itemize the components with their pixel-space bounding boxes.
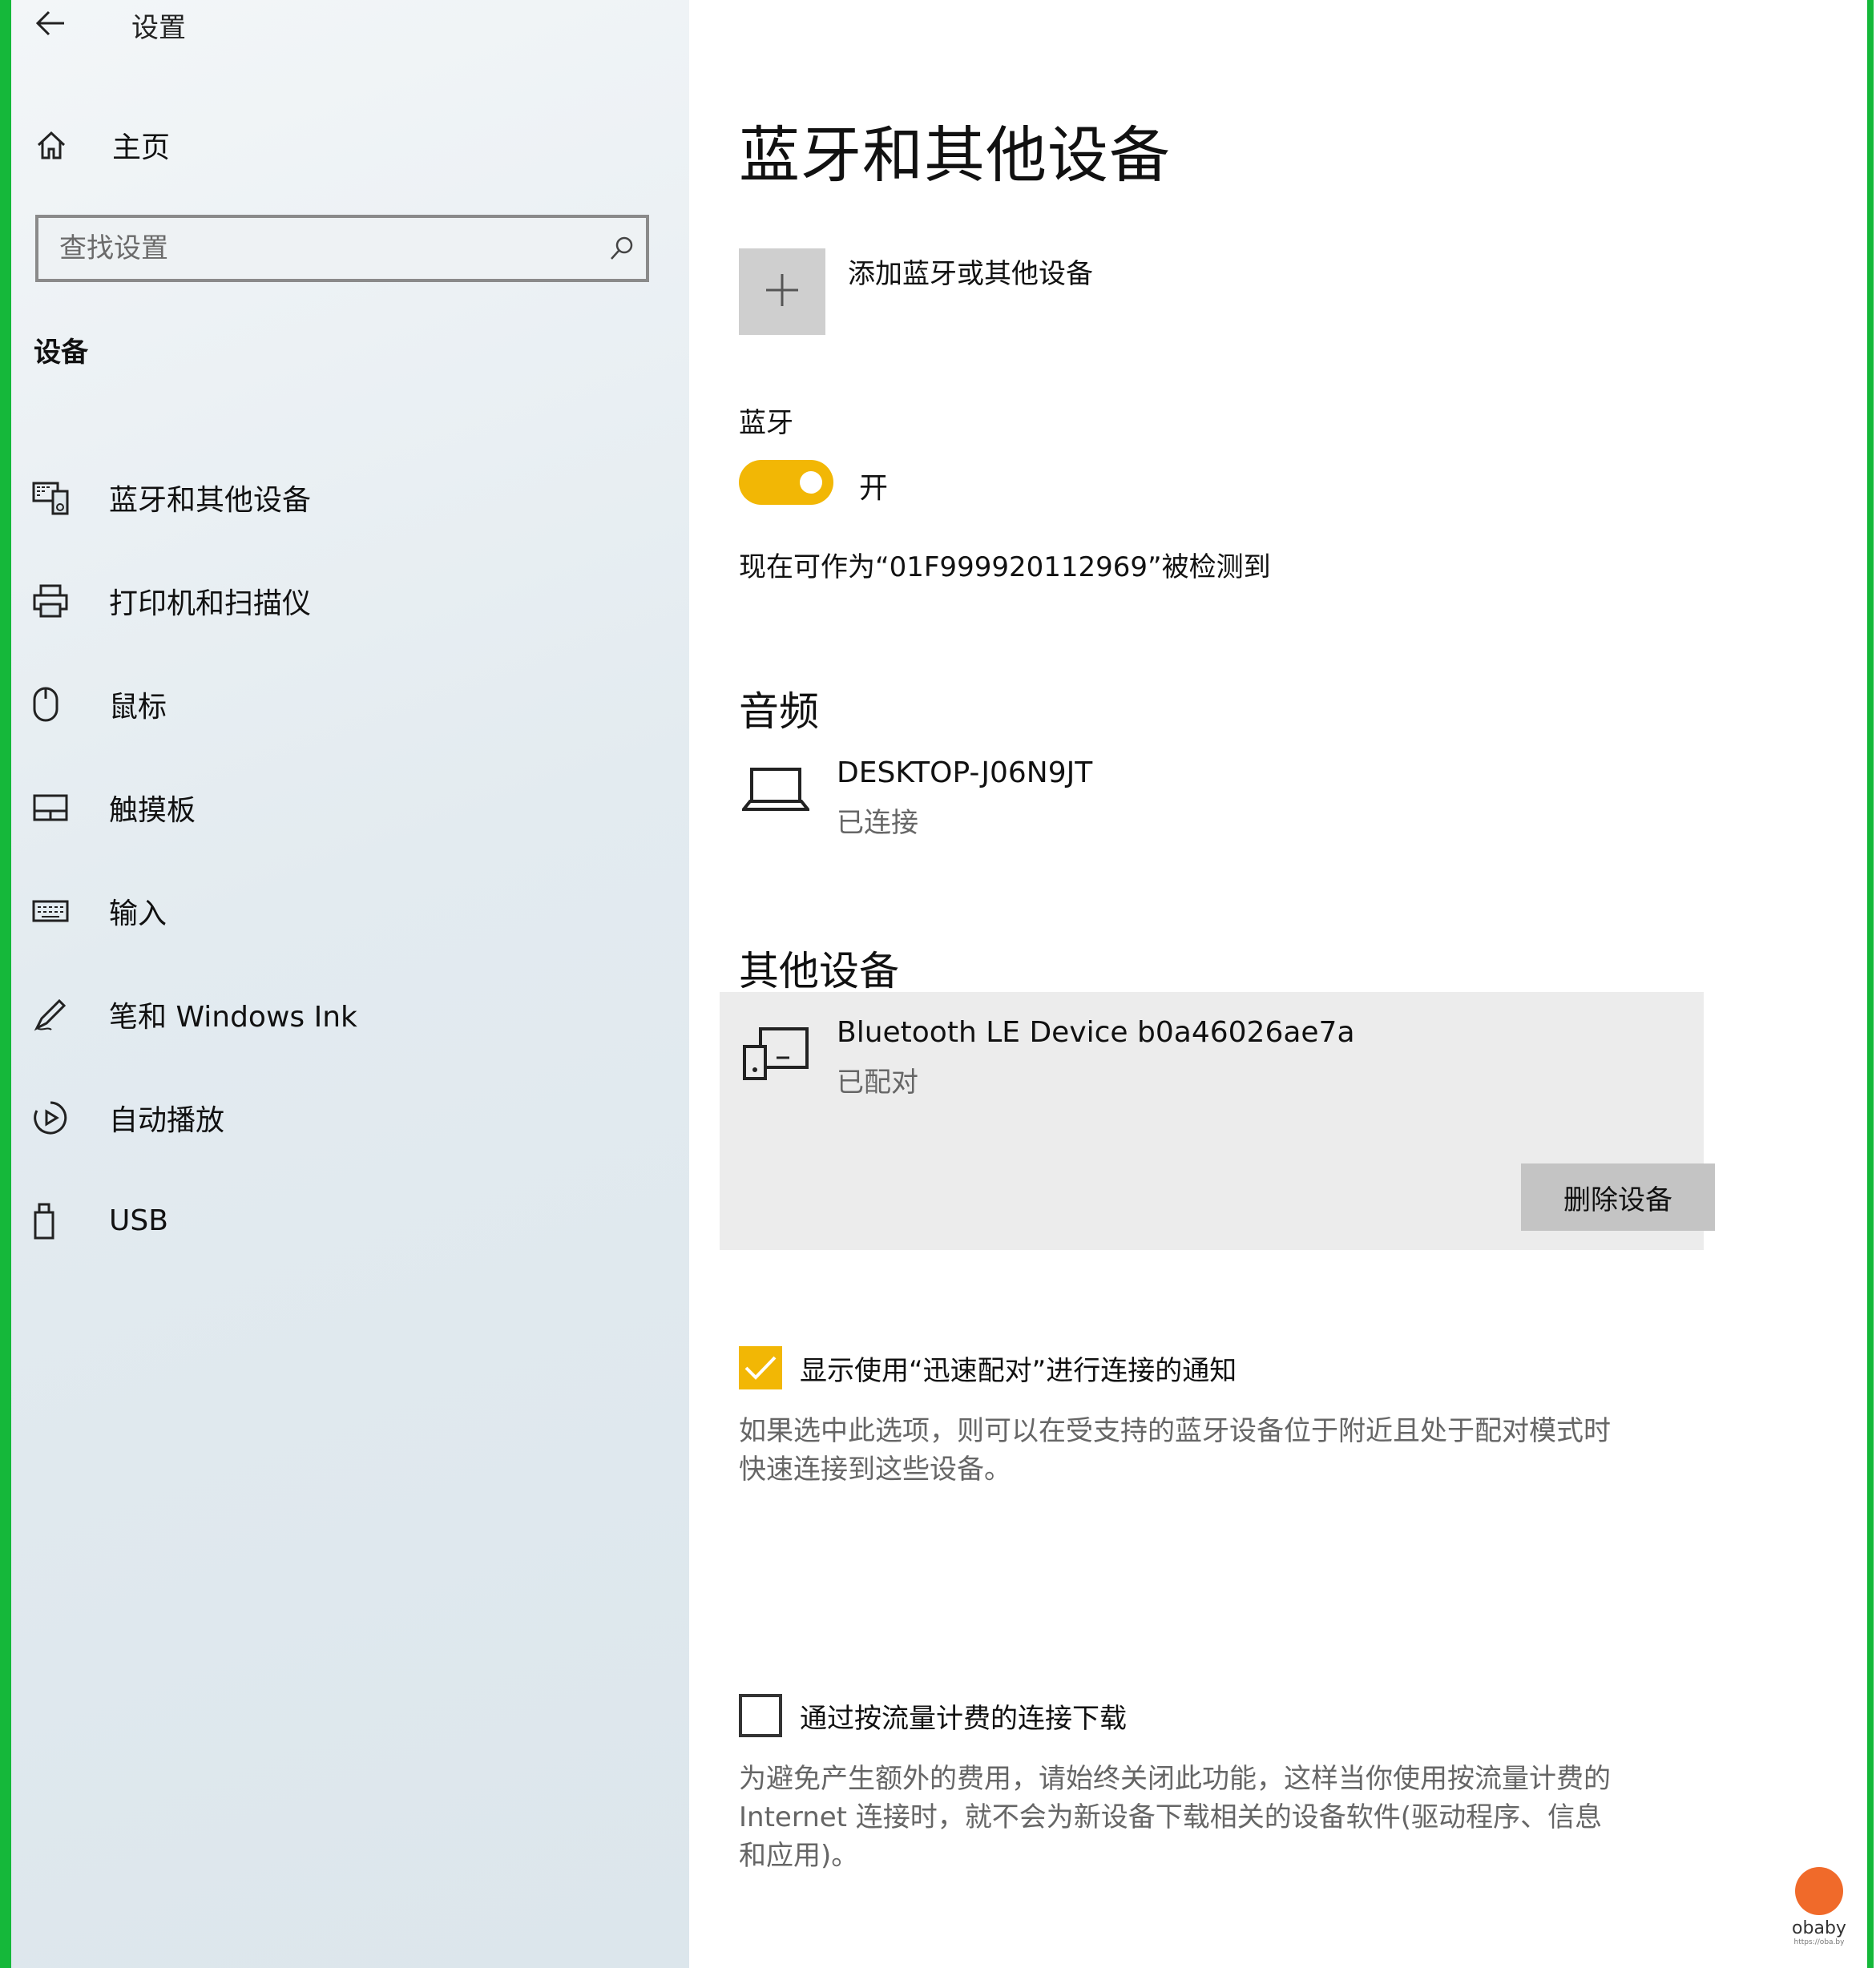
sidebar-item-label: 自动播放	[109, 1103, 225, 1137]
search-icon[interactable]	[598, 235, 646, 262]
sidebar-item-label: 触摸板	[109, 793, 196, 827]
search-input[interactable]	[38, 217, 598, 280]
metered-description-line: Internet 连接时，就不会为新设备下载相关的设备软件(驱动程序、信息	[739, 1801, 1603, 1833]
swift-pair-option[interactable]: 显示使用“迅速配对”进行连接的通知	[739, 1346, 1237, 1389]
other-device-name: Bluetooth LE Device b0a46026ae7a	[837, 1016, 1355, 1049]
bluetooth-label: 蓝牙	[739, 407, 793, 439]
sidebar-item-bluetooth[interactable]: 蓝牙和其他设备	[32, 446, 673, 549]
swift-pair-description: 如果选中此选项，则可以在受支持的蓝牙设备位于附近且处于配对模式时 快速连接到这些…	[739, 1412, 1717, 1489]
audio-device-status: 已连接	[837, 807, 918, 839]
sidebar-nav: 蓝牙和其他设备 打印机和扫描仪 鼠标 触摸板 输入 笔和 Windows Ink…	[32, 446, 673, 1272]
mouse-icon	[32, 686, 80, 723]
section-title: 设备	[34, 337, 88, 369]
laptop-icon	[739, 766, 813, 814]
audio-device-name: DESKTOP-J06N9JT	[837, 756, 1093, 789]
metered-description-line: 为避免产生额外的费用，请始终关闭此功能，这样当你使用按流量计费的	[739, 1763, 1611, 1795]
home-icon	[35, 129, 83, 161]
sidebar-item-label: 输入	[109, 897, 167, 930]
title-bar: 设置	[35, 0, 186, 50]
back-arrow-icon[interactable]	[35, 6, 83, 45]
other-device-status: 已配对	[837, 1067, 918, 1099]
add-device-label[interactable]: 添加蓝牙或其他设备	[848, 252, 1093, 291]
metered-description-line: 和应用)。	[739, 1840, 859, 1872]
sidebar: 设置 主页 设备 蓝牙和其他设备 打印机和扫描仪	[11, 0, 689, 1968]
sidebar-item-label: 打印机和扫描仪	[109, 587, 312, 620]
nav-home-label: 主页	[112, 131, 171, 164]
swift-pair-checkbox[interactable]	[739, 1346, 782, 1389]
checkmark-icon	[744, 1356, 777, 1380]
bluetooth-toggle[interactable]	[739, 460, 833, 505]
main-content: 蓝牙和其他设备 添加蓝牙或其他设备 蓝牙 开 现在可作为“01F99992011…	[689, 0, 1867, 1968]
other-devices-heading: 其他设备	[739, 948, 899, 994]
logo-subtext: https://oba.by	[1793, 1938, 1845, 1946]
swift-pair-description-line: 快速连接到这些设备。	[739, 1454, 1011, 1486]
usb-icon	[32, 1203, 80, 1240]
discoverable-text: 现在可作为“01F999920112969”被检测到	[739, 551, 1271, 583]
sidebar-item-printers[interactable]: 打印机和扫描仪	[32, 549, 673, 652]
toggle-knob	[800, 471, 822, 494]
add-device-button[interactable]	[739, 248, 825, 335]
sidebar-item-usb[interactable]: USB	[32, 1169, 673, 1272]
swift-pair-description-line: 如果选中此选项，则可以在受支持的蓝牙设备位于附近且处于配对模式时	[739, 1415, 1611, 1447]
keyboard-icon	[32, 899, 80, 923]
app-title: 设置	[131, 11, 186, 44]
bluetooth-devices-icon	[32, 480, 80, 515]
autoplay-icon	[32, 1099, 80, 1136]
search-box[interactable]	[35, 215, 649, 282]
generic-device-icon	[739, 1026, 813, 1082]
sidebar-item-label: 笔和 Windows Ink	[109, 1000, 357, 1034]
metered-description: 为避免产生额外的费用，请始终关闭此功能，这样当你使用按流量计费的 Interne…	[739, 1760, 1717, 1875]
pen-icon	[32, 996, 80, 1033]
printer-icon	[32, 583, 80, 619]
obaby-logo: obaby https://oba.by	[1787, 1867, 1851, 1946]
sidebar-item-autoplay[interactable]: 自动播放	[32, 1066, 673, 1169]
other-device[interactable]: Bluetooth LE Device b0a46026ae7a 已配对	[739, 1016, 1355, 1099]
metered-label: 通过按流量计费的连接下载	[800, 1702, 1127, 1735]
sidebar-item-pen[interactable]: 笔和 Windows Ink	[32, 962, 673, 1066]
audio-heading: 音频	[739, 688, 819, 735]
metered-checkbox[interactable]	[739, 1694, 782, 1737]
swift-pair-label: 显示使用“迅速配对”进行连接的通知	[800, 1354, 1237, 1387]
touchpad-icon	[32, 793, 80, 822]
remove-device-button[interactable]: 删除设备	[1521, 1163, 1715, 1231]
nav-home[interactable]: 主页	[35, 124, 170, 166]
sidebar-item-label: 鼠标	[109, 690, 167, 724]
bluetooth-state-label: 开	[859, 472, 889, 505]
sidebar-item-mouse[interactable]: 鼠标	[32, 652, 673, 756]
sidebar-item-label: USB	[109, 1204, 168, 1237]
plus-icon	[763, 263, 801, 321]
other-device-card[interactable]: Bluetooth LE Device b0a46026ae7a 已配对 删除设…	[720, 992, 1715, 1250]
sidebar-item-label: 蓝牙和其他设备	[109, 483, 312, 517]
fox-logo-icon	[1795, 1867, 1843, 1915]
logo-text: obaby	[1792, 1918, 1846, 1938]
metered-option[interactable]: 通过按流量计费的连接下载	[739, 1694, 1127, 1737]
page-title: 蓝牙和其他设备	[739, 119, 1171, 191]
audio-device[interactable]: DESKTOP-J06N9JT 已连接	[739, 756, 1092, 840]
sidebar-item-typing[interactable]: 输入	[32, 859, 673, 962]
sidebar-item-touchpad[interactable]: 触摸板	[32, 756, 673, 859]
